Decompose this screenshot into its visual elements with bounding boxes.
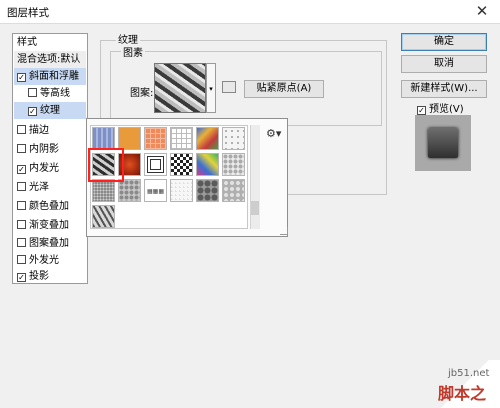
checkbox-icon[interactable]: ✓ [17,73,26,82]
style-item-texture[interactable]: ✓ 纹理 [14,102,86,119]
pattern-tile[interactable] [196,153,219,176]
pattern-tile[interactable] [222,179,245,202]
checkbox-icon[interactable] [17,125,26,134]
window-title: 图层样式 [7,7,49,19]
close-icon[interactable]: ✕ [470,2,494,20]
pattern-tile[interactable] [92,179,115,202]
style-item-satin[interactable]: 光泽 [14,179,86,196]
pattern-tile[interactable] [170,127,193,150]
style-item-label: 图案叠加 [29,238,69,249]
checkbox-icon[interactable] [17,201,26,210]
style-item-color-overlay[interactable]: 颜色叠加 [14,198,86,215]
pattern-tile[interactable] [170,153,193,176]
pattern-tile[interactable] [92,127,115,150]
pattern-tile[interactable] [144,127,167,150]
style-item-label: 内发光 [29,163,59,174]
style-item-drop-shadow[interactable]: ✓ 投影 [14,268,86,285]
style-item-label: 斜面和浮雕 [29,71,79,82]
cancel-button[interactable]: 取消 [401,55,487,73]
style-item-label: 投影 [29,271,49,282]
style-item-inner-shadow[interactable]: 内阴影 [14,141,86,158]
style-item-label: 外发光 [29,255,59,266]
pattern-tile[interactable] [196,179,219,202]
checkbox-icon[interactable] [28,88,37,97]
pattern-tile[interactable]: ▦▦▦ [144,179,167,202]
pattern-tile[interactable] [196,127,219,150]
checkbox-icon[interactable] [17,238,26,247]
snap-to-origin-button[interactable]: 贴紧原点(A) [244,80,324,98]
highlight-box [88,148,124,182]
watermark-name: 脚本之家 [438,384,487,403]
scrollbar-thumb[interactable] [251,201,259,215]
style-item-label: 内阴影 [29,144,59,155]
pattern-label: 图案: [130,88,154,99]
style-item-label: 渐变叠加 [29,220,69,231]
checkbox-icon[interactable] [17,220,26,229]
checkbox-icon[interactable] [17,182,26,191]
pattern-swatch[interactable] [154,63,206,113]
style-item-outer-glow[interactable]: 外发光 [14,252,86,269]
style-preview-thumb [428,128,458,158]
new-style-button[interactable]: 新建样式(W)... [401,80,487,98]
resize-grip-icon[interactable] [280,227,288,235]
style-item-label: 纹理 [40,105,60,116]
styles-list: 样式 混合选项:默认 ✓ 斜面和浮雕 等高线 ✓ 纹理 描边 内阴影 ✓ 内发光 光泽… [12,33,88,284]
style-item-label: 等高线 [40,88,70,99]
pattern-tile[interactable] [118,127,141,150]
pattern-tile[interactable] [222,153,245,176]
style-item-label: 混合选项:默认 [17,54,81,65]
watermark-site: jb51.net [448,368,490,379]
checkbox-icon[interactable] [17,144,26,153]
style-item-inner-glow[interactable]: ✓ 内发光 [14,160,86,177]
pattern-tile[interactable] [144,153,167,176]
checkbox-icon[interactable]: ✓ [17,273,26,282]
preview-checkbox[interactable]: ✓ [417,106,426,115]
style-item-gradient-overlay[interactable]: 渐变叠加 [14,217,86,234]
checkbox-icon[interactable] [17,255,26,264]
pattern-tile[interactable] [170,179,193,202]
checkbox-icon[interactable]: ✓ [28,107,37,116]
style-item-bevel-emboss[interactable]: ✓ 斜面和浮雕 [14,68,86,85]
title-bar: 图层样式 ✕ [0,0,500,24]
pattern-tile[interactable] [118,179,141,202]
style-item-label: 光泽 [29,182,49,193]
style-item-stroke[interactable]: 描边 [14,122,86,139]
style-item-label: 颜色叠加 [29,201,69,212]
style-item-pattern-overlay[interactable]: 图案叠加 [14,235,86,252]
preview-checkbox-row[interactable]: ✓ 预览(V) [417,100,464,115]
pattern-dropdown-arrow-icon[interactable]: ▾ [206,63,216,113]
style-item-contour[interactable]: 等高线 [14,85,86,102]
styles-header: 样式 [17,37,37,48]
style-item-label: 描边 [29,125,49,136]
ok-button[interactable]: 确定 [401,33,487,51]
pattern-tile[interactable] [92,205,115,228]
gear-icon[interactable]: ⚙▾ [266,127,281,140]
checkbox-icon[interactable]: ✓ [17,165,26,174]
preview-label: 预览(V) [429,104,464,115]
new-preset-icon[interactable] [222,81,236,93]
elements-group-title: 图素 [121,44,145,59]
pattern-tile[interactable] [222,127,245,150]
style-item-blending[interactable]: 混合选项:默认 [14,51,86,68]
